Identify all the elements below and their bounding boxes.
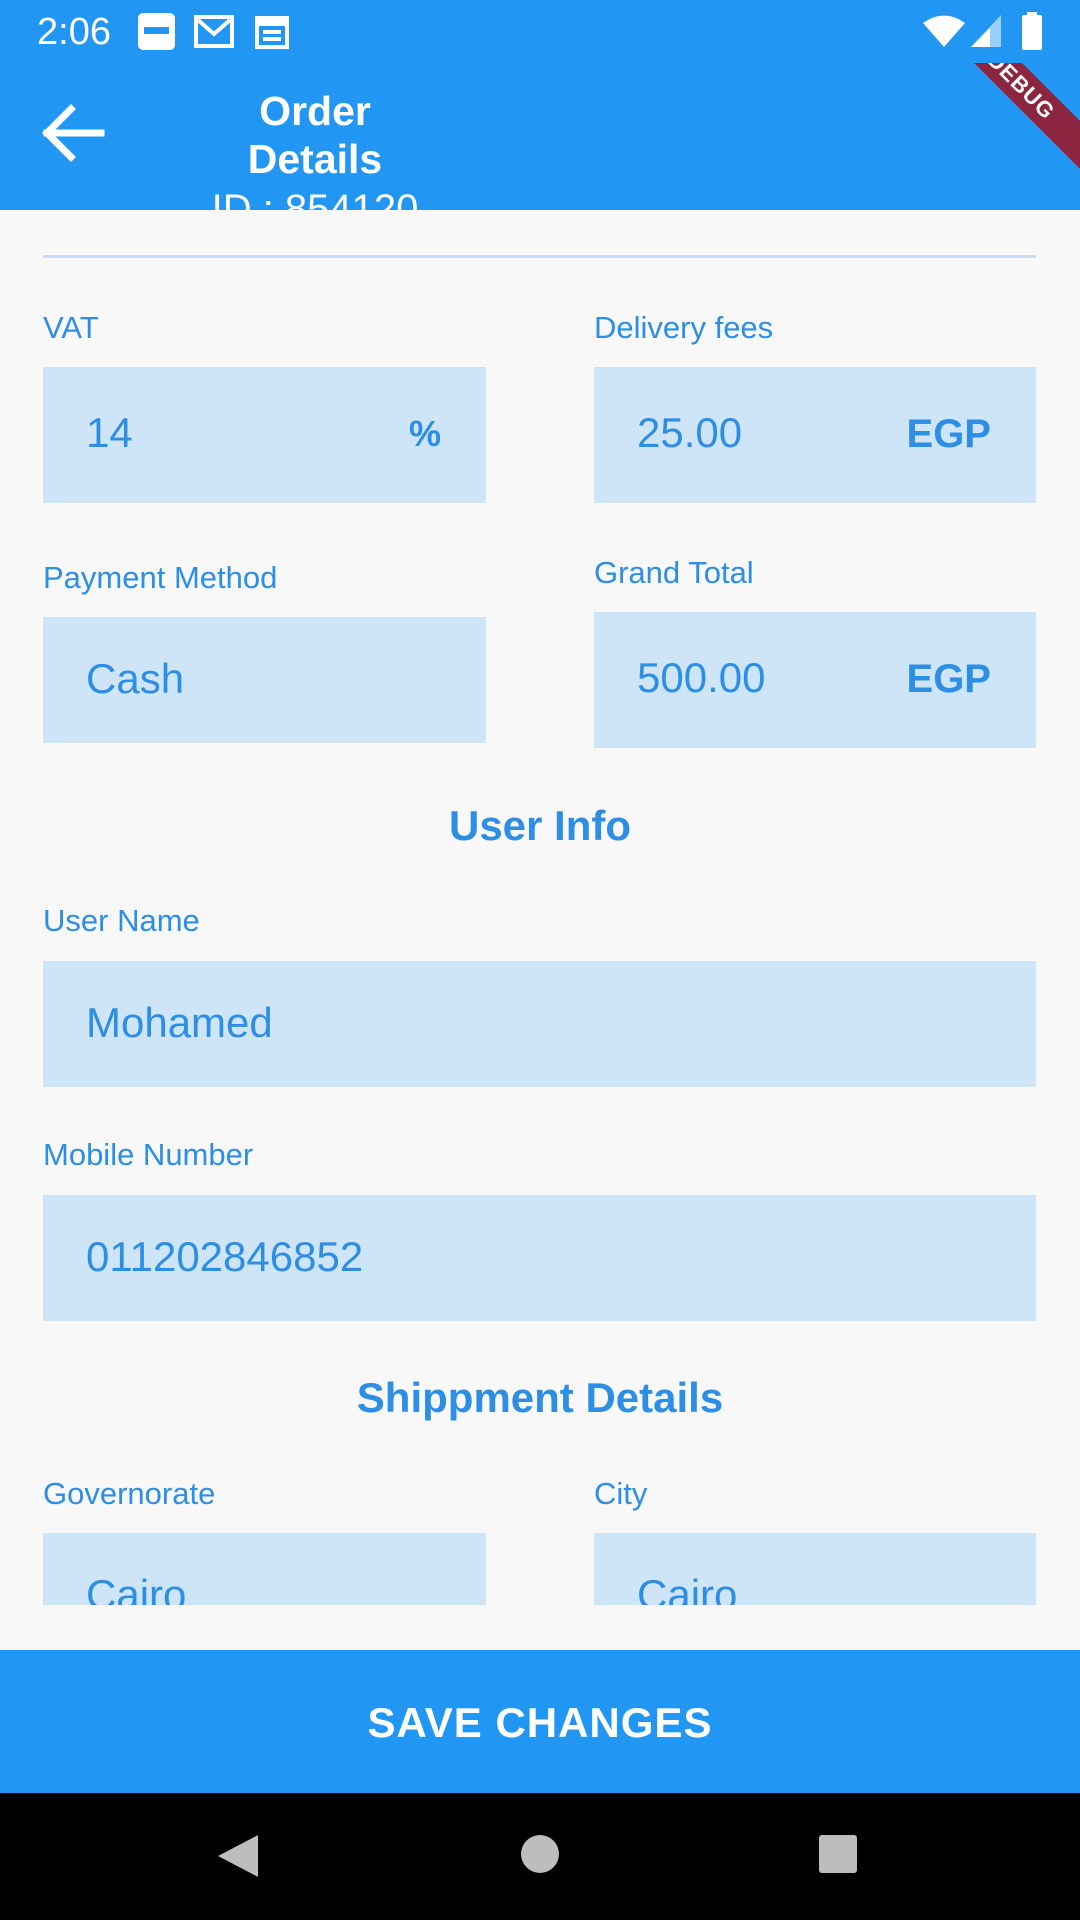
vat-value: 14 bbox=[86, 409, 133, 456]
governorate-field[interactable]: Cairo bbox=[43, 1533, 486, 1605]
grand-total-suffix: EGP bbox=[906, 657, 991, 701]
governorate-value: Cairo bbox=[86, 1571, 187, 1605]
mobile-number-value: 011202846852 bbox=[86, 1233, 364, 1280]
grand-total-field[interactable]: 500.00 EGP bbox=[594, 612, 1036, 748]
system-nav-bar bbox=[0, 1793, 1080, 1920]
mobile-number-field[interactable]: 011202846852 bbox=[43, 1195, 1036, 1321]
order-form[interactable]: VAT 14 % Delivery fees 25.00 EGP Payment… bbox=[0, 210, 1080, 1605]
field-underline bbox=[43, 255, 1036, 258]
city-value: Cairo bbox=[637, 1571, 738, 1605]
save-changes-button[interactable]: SAVE CHANGES bbox=[0, 1650, 1080, 1793]
user-name-label: User Name bbox=[43, 903, 200, 938]
calendar-icon bbox=[254, 12, 290, 56]
grand-total-value: 500.00 bbox=[637, 654, 766, 701]
battery-icon bbox=[1020, 12, 1044, 55]
debug-banner: DEBUG bbox=[934, 63, 1080, 173]
city-label: City bbox=[594, 1476, 648, 1511]
user-info-heading: User Info bbox=[448, 802, 632, 849]
back-triangle-icon[interactable] bbox=[214, 1833, 260, 1884]
city-field[interactable]: Cairo bbox=[594, 1533, 1036, 1605]
delivery-fees-suffix: EGP bbox=[906, 412, 991, 456]
status-time: 2:06 bbox=[37, 11, 111, 53]
status-bar: 2:06 bbox=[0, 0, 1080, 63]
payment-method-value: Cash bbox=[86, 655, 185, 702]
back-button[interactable] bbox=[35, 93, 115, 173]
payment-method-label: Payment Method bbox=[43, 560, 278, 595]
vat-field[interactable]: 14 % bbox=[43, 367, 486, 503]
shipment-details-heading: Shippment Details bbox=[356, 1374, 724, 1421]
app-bar: Order Details ID : 854120 DEBUG bbox=[0, 63, 1080, 210]
arrow-left-icon bbox=[42, 104, 105, 162]
souq-icon bbox=[137, 12, 176, 56]
delivery-fees-field[interactable]: 25.00 EGP bbox=[594, 367, 1036, 503]
user-name-field[interactable]: Mohamed bbox=[43, 961, 1036, 1087]
title-block: Order Details ID : 854120 bbox=[190, 87, 440, 210]
vat-suffix: % bbox=[408, 413, 441, 454]
signal-icon bbox=[970, 14, 1002, 53]
delivery-fees-label: Delivery fees bbox=[594, 310, 774, 345]
wifi-icon bbox=[922, 14, 966, 53]
gmail-icon bbox=[193, 12, 235, 56]
user-name-value: Mohamed bbox=[86, 999, 273, 1046]
page-title: Order Details bbox=[247, 88, 383, 182]
payment-method-field[interactable]: Cash bbox=[43, 617, 486, 743]
order-id: ID : 854120 bbox=[211, 187, 419, 210]
delivery-fees-value: 25.00 bbox=[637, 409, 743, 456]
grand-total-label: Grand Total bbox=[594, 555, 754, 590]
mobile-number-label: Mobile Number bbox=[43, 1137, 254, 1172]
vat-label: VAT bbox=[43, 310, 99, 345]
home-circle-icon[interactable] bbox=[519, 1833, 561, 1880]
governorate-label: Governorate bbox=[43, 1476, 216, 1511]
recents-square-icon[interactable] bbox=[818, 1834, 858, 1879]
